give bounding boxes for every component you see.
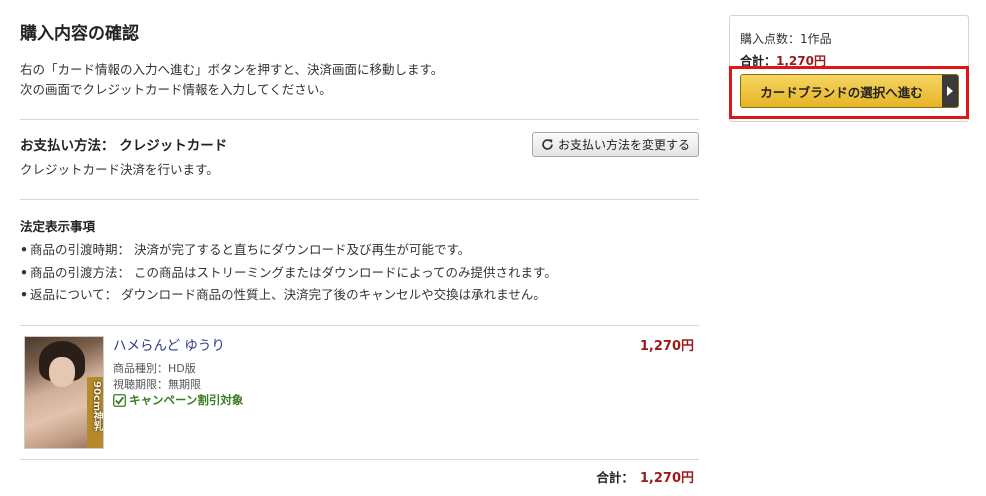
divider xyxy=(20,459,699,460)
order-total: 合計： 1,270円 xyxy=(596,467,694,486)
intro-line: 次の画面でクレジットカード情報を入力してください。 xyxy=(20,82,332,97)
divider xyxy=(20,199,699,200)
total-label: 合計： xyxy=(596,470,634,485)
proceed-button-label: カードブランドの選択へ進む xyxy=(760,84,923,100)
intro-text: 右の「カード情報の入力へ進む」ボタンを押すと、決済画面に移動します。 次の画面で… xyxy=(20,60,443,100)
bullet: • xyxy=(20,264,28,280)
change-payment-method-label: お支払い方法を変更する xyxy=(557,138,690,152)
intro-line: 右の「カード情報の入力へ進む」ボタンを押すと、決済画面に移動します。 xyxy=(20,62,444,77)
purchase-count: 購入点数：1作品 xyxy=(740,32,832,46)
campaign-label: キャンペーン割引対象 xyxy=(129,393,244,407)
legal-notice-item: • 商品の引渡時期： 決済が完了すると直ちにダウンロード及び再生が可能です。 xyxy=(20,239,557,262)
product-price: 1,270円 xyxy=(639,339,694,354)
divider xyxy=(20,119,699,120)
change-payment-method-button[interactable]: お支払い方法を変更する xyxy=(532,132,699,157)
legal-notice-text: 商品の引渡方法： この商品はストリーミングまたはダウンロードによってのみ提供され… xyxy=(30,264,557,280)
checkbox-checked-icon xyxy=(113,393,126,407)
bullet: • xyxy=(20,242,28,257)
legal-notice-item: • 商品の引渡方法： この商品はストリーミングまたはダウンロードによってのみ提供さ… xyxy=(20,262,557,285)
legal-notice-text: 商品の引渡時期： 決済が完了すると直ちにダウンロード及び再生が可能です。 xyxy=(30,242,471,257)
arrow-right-icon xyxy=(942,75,958,107)
campaign-badge: キャンペーン割引対象 xyxy=(113,392,243,408)
payment-method-description: クレジットカード決済を行います。 xyxy=(20,162,219,177)
legal-notice-title: 法定表示事項 xyxy=(20,219,96,234)
proceed-to-card-brand-button[interactable]: カードブランドの選択へ進む xyxy=(740,74,959,108)
product-period: 視聴期限：無期限 xyxy=(113,378,201,391)
bullet: • xyxy=(20,287,28,302)
page-title: 購入内容の確認 xyxy=(20,24,139,44)
product-thumbnail[interactable]: 90cm神乳 xyxy=(24,336,104,449)
product-title-link[interactable]: ハメらんど ゆうり xyxy=(113,334,225,354)
legal-notice-list: • 商品の引渡時期： 決済が完了すると直ちにダウンロード及び再生が可能です。 • 商… xyxy=(20,239,557,307)
total-value: 1,270円 xyxy=(639,471,694,486)
divider xyxy=(20,325,699,326)
product-type: 商品種別：HD版 xyxy=(113,362,196,375)
thumbnail-face xyxy=(49,357,75,387)
legal-notice-item: • 返品について： ダウンロード商品の性質上、決済完了後のキャンセルや交換は承れま… xyxy=(20,284,557,307)
payment-method-label: お支払い方法： クレジットカード xyxy=(20,138,228,154)
thumbnail-caption: 90cm神乳 xyxy=(91,381,102,432)
legal-notice-text: 返品について： ダウンロード商品の性質上、決済完了後のキャンセルや交換は承れませ… xyxy=(30,287,546,302)
refresh-icon xyxy=(542,139,553,150)
